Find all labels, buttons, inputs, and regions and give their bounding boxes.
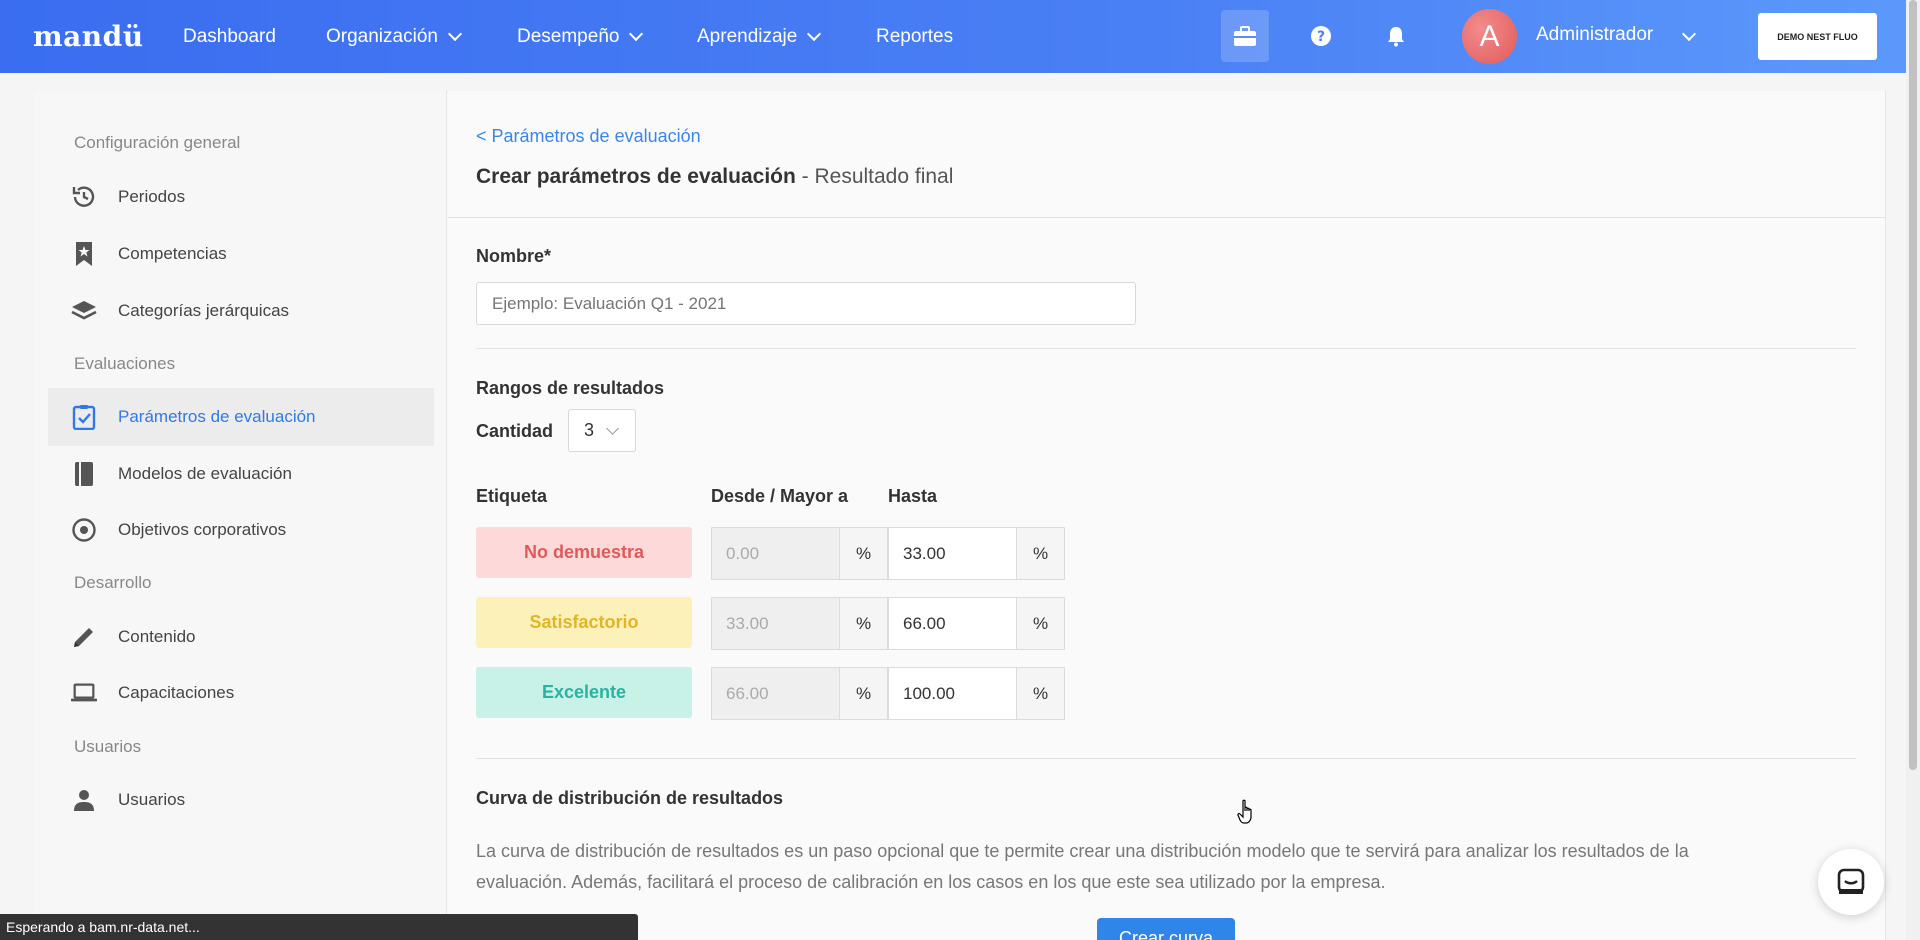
name-input[interactable] xyxy=(476,282,1136,325)
sidebar-item-competencias[interactable]: Competencias xyxy=(48,225,434,283)
demo-account-button[interactable]: DEMO NEST FLUO xyxy=(1758,13,1877,60)
ranges-section-label: Rangos de resultados xyxy=(476,378,665,398)
chat-icon xyxy=(1837,868,1865,894)
clipboard-check-icon xyxy=(70,403,98,431)
page-title: Crear parámetros de evaluación - Resulta… xyxy=(476,165,953,189)
curve-description: La curva de distribución de resultados e… xyxy=(476,841,1689,892)
page-subtitle: - Resultado final xyxy=(795,165,954,188)
sidebar-item-label: Capacitaciones xyxy=(118,683,235,702)
percent-addon: % xyxy=(1017,667,1065,720)
quantity-select[interactable]: 3 xyxy=(568,409,636,452)
sidebar-item-categorias[interactable]: Categorías jerárquicas xyxy=(48,282,434,340)
nav-aprendizaje[interactable]: Aprendizaje xyxy=(697,26,822,48)
history-icon xyxy=(70,183,98,211)
browser-status-bar: Esperando a bam.nr-data.net... xyxy=(0,914,638,940)
quantity-value: 3 xyxy=(584,420,595,440)
sidebar-item-label: Categorías jerárquicas xyxy=(118,301,290,320)
laptop-icon xyxy=(70,679,98,707)
sidebar-item-parametros[interactable]: Parámetros de evaluación xyxy=(48,388,434,446)
nav-reportes-label: Reportes xyxy=(876,26,954,47)
range-to-input[interactable]: 100.00 xyxy=(888,667,1017,720)
sidebar-section-evaluaciones: Evaluaciones xyxy=(74,354,176,373)
bell-icon[interactable] xyxy=(1372,10,1420,62)
main-content xyxy=(448,91,1885,940)
name-field-label: Nombre* xyxy=(476,246,552,266)
sidebar-item-label: Periodos xyxy=(118,187,186,206)
nav-dashboard[interactable]: Dashboard xyxy=(183,26,276,48)
percent-addon: % xyxy=(1017,597,1065,650)
nav-desempeno-label: Desempeño xyxy=(517,26,620,47)
nav-organizacion[interactable]: Organización xyxy=(326,26,463,48)
percent-addon: % xyxy=(1017,527,1065,580)
sidebar-item-usuarios[interactable]: Usuarios xyxy=(48,771,434,829)
avatar[interactable]: A xyxy=(1462,9,1517,64)
page-title-main: Crear parámetros de evaluación xyxy=(476,165,796,188)
hand-pointer-icon xyxy=(1237,799,1257,830)
section-divider xyxy=(476,758,1856,759)
target-icon xyxy=(70,516,98,544)
chevron-down-icon xyxy=(629,26,644,42)
percent-addon: % xyxy=(840,597,888,650)
range-from-input: 0.00 xyxy=(711,527,840,580)
briefcase-icon[interactable] xyxy=(1221,10,1269,62)
chat-support-button[interactable] xyxy=(1818,849,1884,915)
bookmark-star-icon xyxy=(70,240,98,268)
sidebar-section-general: Configuración general xyxy=(74,133,241,152)
quantity-label: Cantidad xyxy=(476,421,554,441)
help-icon[interactable]: ? xyxy=(1297,10,1345,62)
pencil-icon xyxy=(70,623,98,651)
layers-icon xyxy=(70,297,98,325)
header-divider xyxy=(448,217,1885,218)
sidebar-item-label: Contenido xyxy=(118,627,196,646)
avatar-letter: A xyxy=(1479,19,1500,53)
sidebar-item-label: Parámetros de evaluación xyxy=(118,407,316,426)
user-name[interactable]: Administrador xyxy=(1536,24,1653,46)
book-icon xyxy=(70,460,98,488)
sidebar-section-desarrollo: Desarrollo xyxy=(74,573,152,592)
column-header-label: Etiqueta xyxy=(476,486,548,506)
chevron-down-icon[interactable] xyxy=(1681,26,1697,42)
nav-reportes[interactable]: Reportes xyxy=(876,26,953,48)
chevron-down-icon xyxy=(447,26,463,42)
range-to-input[interactable]: 33.00 xyxy=(888,527,1017,580)
chevron-down-icon xyxy=(807,26,822,42)
breadcrumb[interactable]: < Parámetros de evaluación xyxy=(476,126,701,147)
brand-logo[interactable]: mandü xyxy=(33,20,144,53)
range-label-tag[interactable]: No demuestra xyxy=(476,527,692,578)
sidebar-item-label: Modelos de evaluación xyxy=(118,464,292,483)
sidebar-item-label: Competencias xyxy=(118,244,227,263)
range-to-input[interactable]: 66.00 xyxy=(888,597,1017,650)
range-from-input: 33.00 xyxy=(711,597,840,650)
sidebar-item-modelos[interactable]: Modelos de evaluación xyxy=(48,445,434,503)
range-from-input: 66.00 xyxy=(711,667,840,720)
sidebar-item-label: Usuarios xyxy=(118,790,186,809)
create-curve-button[interactable]: Crear curva xyxy=(1097,918,1235,940)
sidebar-item-objetivos[interactable]: Objetivos corporativos xyxy=(48,501,434,559)
nav-dashboard-label: Dashboard xyxy=(183,26,276,47)
page-scrollbar[interactable] xyxy=(1906,0,1920,940)
sidebar-item-label: Objetivos corporativos xyxy=(118,520,287,539)
user-icon xyxy=(70,786,98,814)
percent-addon: % xyxy=(840,527,888,580)
percent-addon: % xyxy=(840,667,888,720)
nav-desempeno[interactable]: Desempeño xyxy=(517,26,644,48)
sidebar-item-capacitaciones[interactable]: Capacitaciones xyxy=(48,664,434,722)
scrollbar-thumb[interactable] xyxy=(1909,0,1917,770)
curve-section-title: Curva de distribución de resultados xyxy=(476,788,784,808)
sidebar-item-periodos[interactable]: Periodos xyxy=(48,168,434,226)
section-divider xyxy=(476,348,1856,349)
column-header-to: Hasta xyxy=(888,486,938,506)
range-label-tag[interactable]: Excelente xyxy=(476,667,692,718)
top-navbar: mandü Dashboard Organización Desempeño A… xyxy=(0,0,1920,73)
column-header-from: Desde / Mayor a xyxy=(711,486,849,506)
nav-organizacion-label: Organización xyxy=(326,26,438,47)
range-label-tag[interactable]: Satisfactorio xyxy=(476,597,692,648)
sidebar-section-usuarios: Usuarios xyxy=(74,737,142,756)
chevron-down-icon xyxy=(606,422,619,435)
sidebar-item-contenido[interactable]: Contenido xyxy=(48,608,434,666)
nav-aprendizaje-label: Aprendizaje xyxy=(697,26,798,47)
svg-text:?: ? xyxy=(1317,29,1325,45)
